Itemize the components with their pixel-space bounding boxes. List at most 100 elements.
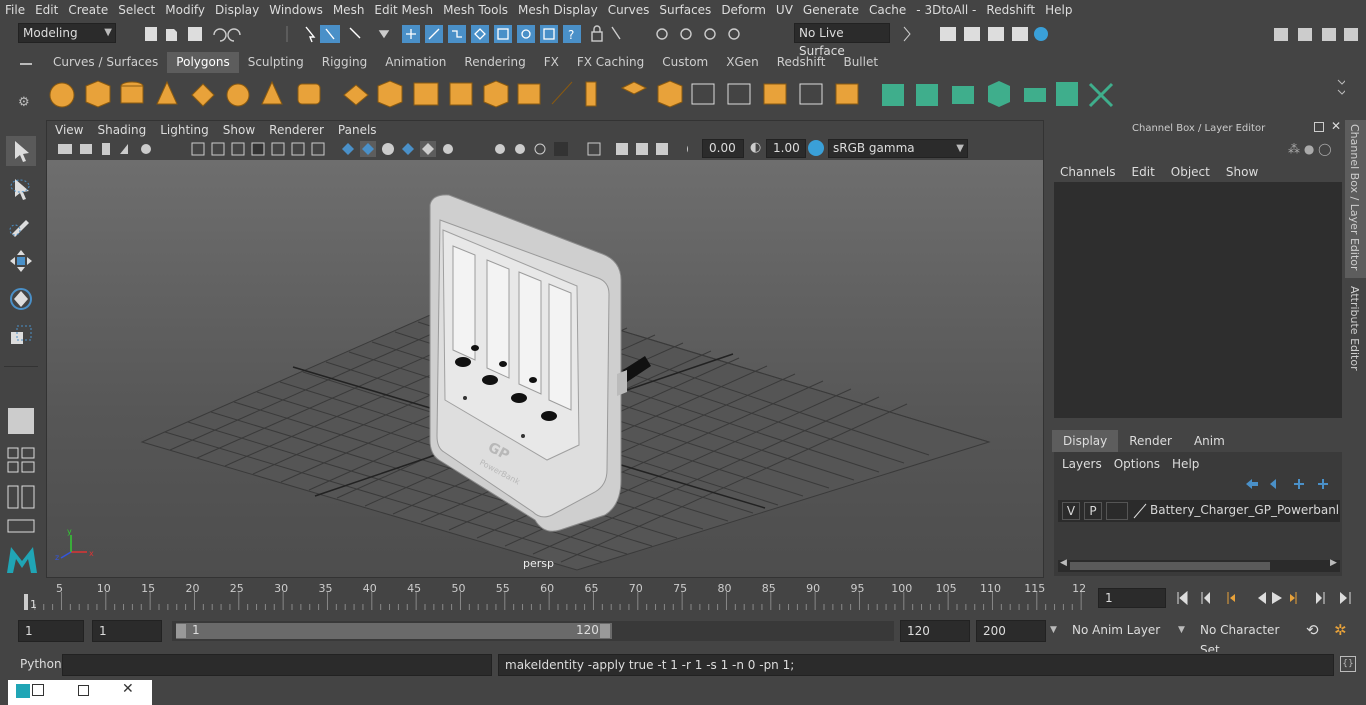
maximize-icon[interactable] [78,685,89,696]
menu-file[interactable]: File [0,3,30,17]
layer-visibility-toggle[interactable]: V [1062,502,1080,520]
playback-controls[interactable] [1172,588,1362,608]
viewport-menu-renderer[interactable]: Renderer [262,121,331,139]
menu-windows[interactable]: Windows [264,3,328,17]
viewport-menu-panels[interactable]: Panels [331,121,384,139]
channel-box-menu-channels[interactable]: Channels [1052,163,1124,181]
mode-dropdown[interactable]: Modeling ▼ [18,23,116,43]
menu-edit-mesh[interactable]: Edit Mesh [369,3,438,17]
layer-tab-anim[interactable]: Anim [1182,430,1236,452]
layer-scrollbar[interactable]: ◀ ▶ [1058,558,1340,572]
tab-channel-box[interactable]: Channel Box / Layer Editor [1345,120,1366,278]
live-surface-field[interactable]: No Live Surface [794,23,890,58]
layer-menu-options[interactable]: Options [1108,455,1166,473]
menu-mesh[interactable]: Mesh [328,3,370,17]
restore-icon[interactable] [32,684,44,696]
tab-attribute-editor[interactable]: Attribute Editor [1345,282,1366,382]
layer-type-toggle[interactable] [1106,502,1128,520]
shelf-tab-polygons[interactable]: Polygons [167,52,239,73]
menu-surfaces[interactable]: Surfaces [654,3,716,17]
shelf-icons[interactable] [40,74,1347,116]
color-management-icon[interactable] [808,140,824,156]
current-time-marker[interactable] [24,594,28,610]
paint-tool-icon[interactable] [6,210,36,240]
menu-create[interactable]: Create [63,3,113,17]
playback-start-field[interactable]: 1 [92,620,162,642]
lasso-tool-icon[interactable] [6,174,36,204]
scale-tool-icon[interactable] [6,320,36,350]
menu-mesh-display[interactable]: Mesh Display [513,3,603,17]
script-editor-icon[interactable]: {} [1340,656,1356,672]
command-input[interactable] [62,654,492,676]
menu-select[interactable]: Select [113,3,160,17]
anim-layer-dropdown[interactable]: ▼ No Anim Layer [1048,620,1162,642]
menu-mesh-tools[interactable]: Mesh Tools [438,3,513,17]
layer-row[interactable]: V P Battery_Charger_GP_Powerbank_001_ [1058,500,1340,522]
viewport-menu-lighting[interactable]: Lighting [153,121,216,139]
viewport-tool-icons[interactable] [48,139,688,159]
viewport-menu-view[interactable]: View [48,121,90,139]
menu-3dtoall[interactable]: - 3DtoAll - [911,3,981,17]
menu-uv[interactable]: UV [771,3,798,17]
menu-generate[interactable]: Generate [798,3,864,17]
viewport-menu-shading[interactable]: Shading [90,121,153,139]
shelf-tab-bullet[interactable]: Bullet [834,52,887,73]
workspace-icons[interactable] [1268,23,1364,45]
close-icon[interactable]: ✕ [1331,119,1341,133]
start-time-field[interactable]: 1 [18,620,84,642]
shelf-gear-icon[interactable]: ⚙ [18,95,30,110]
layer-name[interactable]: Battery_Charger_GP_Powerbank_001_ [1150,503,1338,517]
status-tools-icons[interactable]: ? [140,23,760,45]
colorspace-dropdown[interactable]: sRGB gamma ▼ [828,139,968,158]
range-slider-handle[interactable] [176,623,612,639]
menu-display[interactable]: Display [210,3,264,17]
shelf-tab-curves-surfaces[interactable]: Curves / Surfaces [44,52,167,73]
menu-edit[interactable]: Edit [30,3,63,17]
select-tool-icon[interactable] [6,136,36,166]
transform-icons[interactable]: ⁂ ● ◯ [1288,142,1332,156]
menu-curves[interactable]: Curves [603,3,655,17]
range-slider[interactable]: 1 120 [172,621,894,641]
menu-redshift[interactable]: Redshift [981,3,1040,17]
layer-menu-layers[interactable]: Layers [1056,455,1108,473]
shelf-tab-custom[interactable]: Custom [653,52,717,73]
current-frame-field[interactable]: 1 [1098,588,1166,608]
channel-box-menu-edit[interactable]: Edit [1124,163,1163,181]
command-language[interactable]: Python [20,657,62,671]
character-set-dropdown[interactable]: ▼ No Character Set [1176,620,1300,657]
move-tool-icon[interactable] [6,246,36,276]
end-time-field[interactable]: 200 [976,620,1046,642]
shelf-tab-xgen[interactable]: XGen [717,52,768,73]
panel-layout-icons[interactable] [6,484,38,534]
shelf-tab-redshift[interactable]: Redshift [768,52,835,73]
layer-tab-display[interactable]: Display [1052,430,1119,452]
shelf-tab-rendering[interactable]: Rendering [455,52,534,73]
close-icon[interactable]: ✕ [122,681,134,697]
channel-box-menu-show[interactable]: Show [1218,163,1266,181]
layer-action-icons[interactable] [1242,476,1342,492]
layer-menu-help[interactable]: Help [1166,455,1205,473]
shelf-tab-sculpting[interactable]: Sculpting [239,52,313,73]
playback-end-field[interactable]: 120 [900,620,970,642]
channel-box-menu-object[interactable]: Object [1163,163,1218,181]
rotate-tool-icon[interactable] [6,284,36,314]
menu-cache[interactable]: Cache [864,3,911,17]
layer-playback-toggle[interactable]: P [1084,502,1102,520]
layer-tab-render[interactable]: Render [1118,430,1183,452]
shelf-tab-fx-caching[interactable]: FX Caching [568,52,653,73]
shelf-tab-rigging[interactable]: Rigging [313,52,376,73]
exposure-field[interactable]: 0.00 [702,139,744,158]
minimized-window[interactable]: ✕ [8,680,152,705]
time-slider[interactable]: 5 10 15 20 25 30 35 40 45 50 55 60 65 70 75 80 85 90 95 100… [18,580,1092,611]
menu-modify[interactable]: Modify [160,3,210,17]
preferences-icon[interactable]: ✲ [1334,621,1356,641]
shelf-tab-fx[interactable]: FX [535,52,568,73]
layer-color-icon[interactable] [1132,502,1148,520]
3d-viewport[interactable]: GP PowerBank y x z persp [47,160,1043,577]
viewport-menu-show[interactable]: Show [216,121,262,139]
menu-icon[interactable] [20,63,32,65]
layout-icons[interactable] [6,446,38,476]
single-layout-icon[interactable] [6,406,36,436]
render-icons[interactable] [900,23,1060,45]
float-icon[interactable] [1314,122,1324,132]
